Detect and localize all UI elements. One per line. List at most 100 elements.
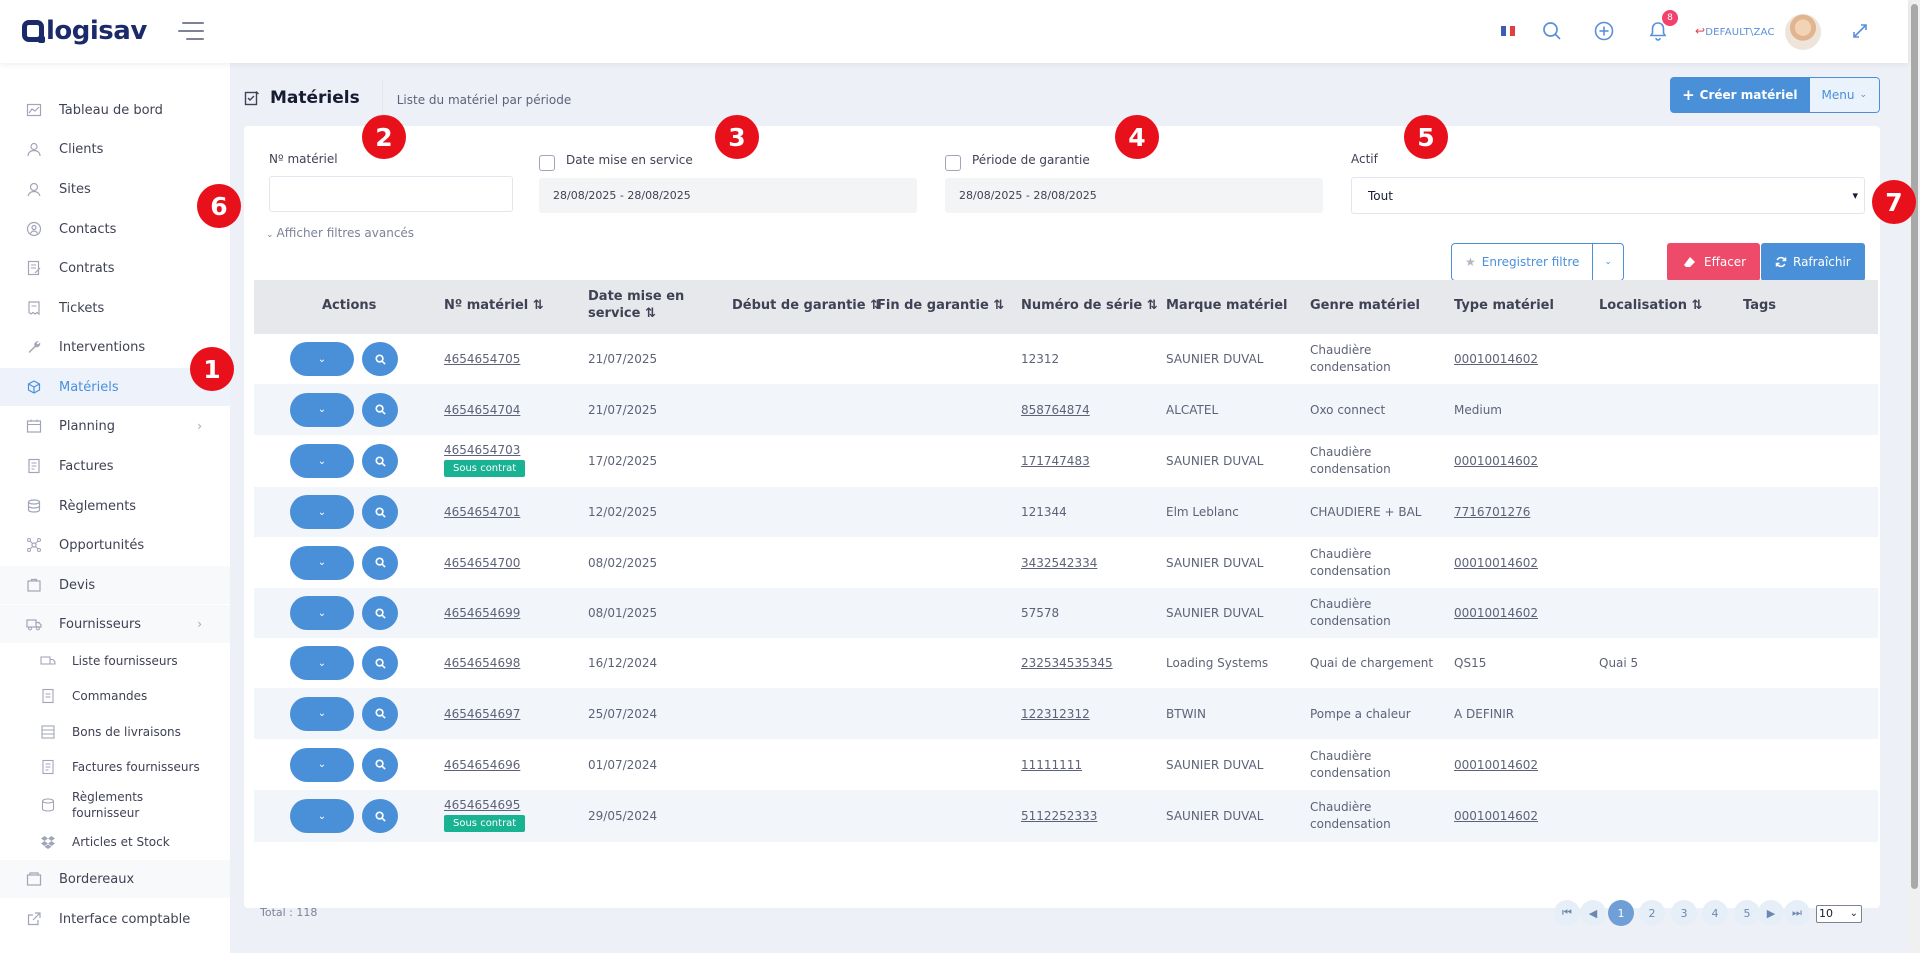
materiel-number-link[interactable]: 4654654703	[444, 443, 525, 457]
serie-cell[interactable]: 122312312	[1021, 707, 1090, 721]
row-actions-dropdown[interactable]: ⌄	[290, 342, 354, 376]
materiel-number-link[interactable]: 4654654697	[444, 707, 520, 721]
sidebar-subitem-liste-fournisseurs[interactable]: Liste fournisseurs	[0, 644, 230, 678]
page-scrollbar[interactable]	[1908, 0, 1920, 953]
sidebar-item-tableau-de-bord[interactable]: Tableau de bord	[0, 91, 230, 129]
flag-fr-icon[interactable]	[1496, 19, 1520, 43]
materiel-number-input[interactable]	[269, 176, 513, 212]
sidebar-subitem-commandes[interactable]: Commandes	[0, 679, 230, 713]
fullscreen-icon[interactable]	[1848, 19, 1872, 43]
prev-page-icon[interactable]: ◀	[1580, 900, 1606, 926]
row-actions-dropdown[interactable]: ⌄	[290, 799, 354, 833]
row-view-button[interactable]	[362, 799, 398, 833]
page-1-button[interactable]: 1	[1608, 900, 1634, 926]
row-actions-dropdown[interactable]: ⌄	[290, 444, 354, 478]
materiel-number-link[interactable]: 4654654698	[444, 656, 520, 670]
menu-button[interactable]: Menu ⌄	[1809, 77, 1880, 113]
type-cell[interactable]: 00010014602	[1454, 809, 1538, 823]
row-view-button[interactable]	[362, 392, 398, 427]
sidebar-item-reglements[interactable]: Règlements	[0, 487, 230, 525]
serie-cell[interactable]: 232534535345	[1021, 656, 1113, 670]
avatar[interactable]	[1785, 14, 1821, 50]
sidebar-subitem-articles-et-stock[interactable]: Articles et Stock	[0, 825, 230, 859]
row-view-button[interactable]	[362, 696, 398, 731]
type-cell[interactable]: 00010014602	[1454, 454, 1538, 468]
materiel-number-link[interactable]: 4654654695	[444, 798, 525, 812]
notification-bell-icon[interactable]: 8	[1646, 10, 1678, 43]
sidebar-item-tickets[interactable]: Tickets	[0, 289, 230, 327]
sidebar-item-fournisseurs[interactable]: Fournisseurs ›	[0, 605, 230, 643]
page-3-button[interactable]: 3	[1671, 900, 1697, 926]
row-actions-dropdown[interactable]: ⌄	[290, 747, 354, 782]
materiel-number-link[interactable]: 4654654704	[444, 403, 520, 417]
materiel-number-link[interactable]: 4654654701	[444, 505, 520, 519]
sidebar-subitem-reglements-fournisseur[interactable]: Règlements fournisseur	[0, 785, 230, 825]
next-page-icon[interactable]: ▶	[1758, 900, 1784, 926]
add-circle-icon[interactable]	[1592, 19, 1616, 43]
page-4-button[interactable]: 4	[1702, 900, 1728, 926]
date-mise-range-input[interactable]: 28/08/2025 - 28/08/2025	[539, 178, 917, 213]
actif-select[interactable]: Tout ▾	[1351, 177, 1865, 214]
col-debut-garantie[interactable]: Début de garantie ⇅	[732, 298, 881, 313]
sidebar-subitem-factures-fournisseurs[interactable]: Factures fournisseurs	[0, 750, 230, 784]
sidebar-item-planning[interactable]: Planning ›	[0, 407, 230, 445]
materiel-number-link[interactable]: 4654654699	[444, 606, 520, 620]
materiel-number-link[interactable]: 4654654700	[444, 556, 520, 570]
date-mise-checkbox[interactable]	[539, 155, 555, 171]
row-actions-dropdown[interactable]: ⌄	[290, 545, 354, 580]
sidebar-item-contacts[interactable]: Contacts	[0, 210, 230, 248]
sidebar-item-interface-comptable[interactable]: Interface comptable	[0, 900, 230, 938]
type-cell[interactable]: 00010014602	[1454, 352, 1538, 366]
row-actions-dropdown[interactable]: ⌄	[290, 596, 354, 630]
col-num-materiel[interactable]: Nº matériel ⇅	[444, 298, 544, 313]
materiel-number-link[interactable]: 4654654705	[444, 352, 520, 366]
type-cell[interactable]: 00010014602	[1454, 606, 1538, 620]
serie-cell[interactable]: 11111111	[1021, 758, 1082, 772]
row-view-button[interactable]	[362, 646, 398, 680]
row-actions-dropdown[interactable]: ⌄	[290, 696, 354, 731]
logo[interactable]: logisav	[22, 14, 147, 48]
garantie-checkbox[interactable]	[945, 155, 961, 171]
row-actions-dropdown[interactable]: ⌄	[290, 646, 354, 680]
row-actions-dropdown[interactable]: ⌄	[290, 495, 354, 529]
sidebar-item-contrats[interactable]: Contrats	[0, 249, 230, 287]
sidebar-item-bordereaux[interactable]: Bordereaux	[0, 860, 230, 898]
row-view-button[interactable]	[362, 596, 398, 630]
col-numero-serie[interactable]: Numéro de série ⇅	[1021, 298, 1158, 313]
row-view-button[interactable]	[362, 747, 398, 782]
refresh-button[interactable]: Rafraîchir	[1761, 243, 1865, 281]
scrollbar-thumb[interactable]	[1911, 4, 1918, 889]
user-switch-label[interactable]: ↩DEFAULT\ZAC	[1695, 24, 1775, 38]
clear-button[interactable]: Effacer	[1667, 243, 1761, 281]
sidebar-item-opportunites[interactable]: Opportunités	[0, 526, 230, 564]
page-2-button[interactable]: 2	[1639, 900, 1665, 926]
serie-cell[interactable]: 171747483	[1021, 454, 1090, 468]
save-filter-button[interactable]: ★ Enregistrer filtre	[1452, 244, 1594, 280]
row-view-button[interactable]	[362, 342, 398, 376]
serie-cell[interactable]: 5112252333	[1021, 809, 1097, 823]
last-page-icon[interactable]: ⏭	[1784, 900, 1810, 926]
sidebar-item-factures[interactable]: Factures	[0, 447, 230, 485]
col-fin-garantie[interactable]: Fin de garantie ⇅	[877, 298, 1004, 313]
col-localisation[interactable]: Localisation ⇅	[1599, 298, 1702, 313]
row-actions-dropdown[interactable]: ⌄	[290, 392, 354, 427]
row-view-button[interactable]	[362, 495, 398, 529]
menu-toggle-icon[interactable]	[178, 22, 204, 40]
serie-cell[interactable]: 3432542334	[1021, 556, 1097, 570]
page-size-select[interactable]: 10 ⌄	[1816, 905, 1862, 923]
sidebar-item-sites[interactable]: Sites	[0, 170, 230, 208]
advanced-filters-toggle[interactable]: ⌄ Afficher filtres avancés	[266, 226, 414, 240]
type-cell[interactable]: 7716701276	[1454, 505, 1530, 519]
col-date-mise[interactable]: Date mise en service ⇅	[588, 288, 708, 322]
page-5-button[interactable]: 5	[1734, 900, 1760, 926]
serie-cell[interactable]: 858764874	[1021, 403, 1090, 417]
type-cell[interactable]: 00010014602	[1454, 556, 1538, 570]
create-materiel-button[interactable]: + Créer matériel	[1670, 77, 1810, 113]
sidebar-subitem-bons-de-livraisons[interactable]: Bons de livraisons	[0, 715, 230, 749]
materiel-number-link[interactable]: 4654654696	[444, 758, 520, 772]
row-view-button[interactable]	[362, 444, 398, 478]
row-view-button[interactable]	[362, 545, 398, 580]
type-cell[interactable]: 00010014602	[1454, 758, 1538, 772]
sidebar-item-clients[interactable]: Clients	[0, 130, 230, 168]
garantie-range-input[interactable]: 28/08/2025 - 28/08/2025	[945, 178, 1323, 213]
